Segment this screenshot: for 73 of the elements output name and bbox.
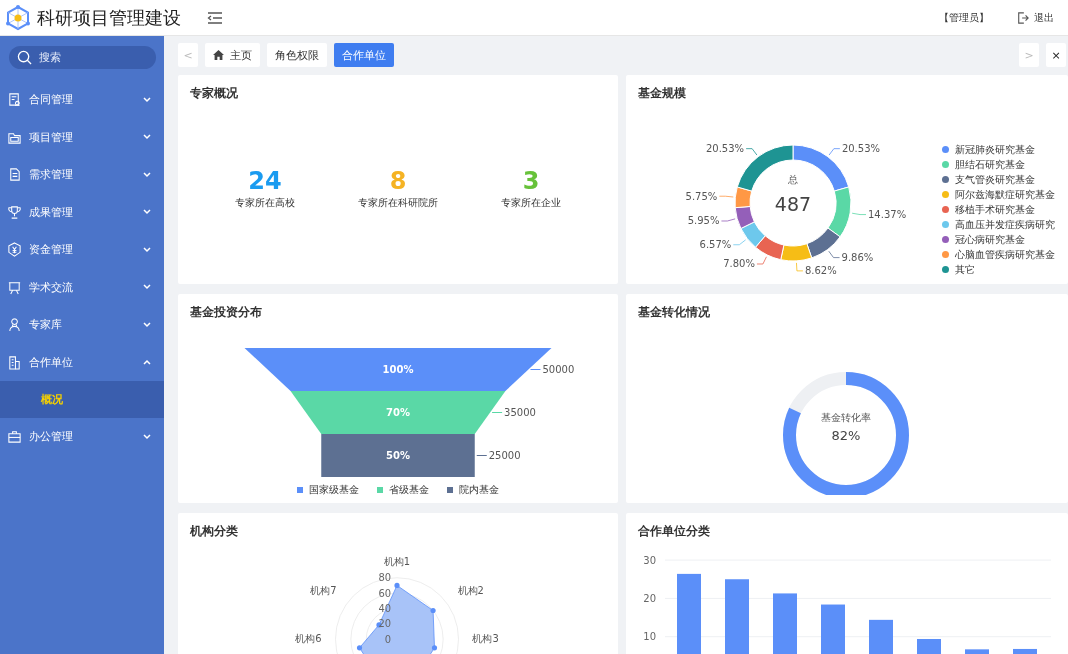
menu-item[interactable]: 合作单位 — [0, 343, 164, 381]
legend-label: 支气管炎研究基金 — [955, 172, 1035, 187]
menu-item[interactable]: 项目管理 — [0, 118, 164, 156]
menu-item[interactable]: 成果管理 — [0, 193, 164, 231]
menu-item[interactable]: 专家库 — [0, 306, 164, 344]
legend-label: 省级基金 — [389, 483, 429, 497]
card-title: 基金规模 — [637, 85, 687, 102]
menu-item[interactable]: 需求管理 — [0, 156, 164, 194]
menu-item[interactable]: 资金管理 — [0, 231, 164, 269]
app-title: 科研项目管理建设 — [37, 5, 181, 30]
gauge-label: 基金转化率 — [821, 412, 871, 423]
data-label: 14.37% — [868, 209, 907, 221]
card-title: 基金转化情况 — [637, 304, 711, 321]
value-label: 50000 — [542, 364, 575, 375]
scale-label: 0 — [384, 633, 392, 645]
data-label: 20.53% — [841, 143, 881, 155]
legend-label: 国家级基金 — [309, 483, 359, 497]
data-label: 6.57% — [699, 239, 732, 251]
tab[interactable]: 合作单位 — [334, 43, 394, 67]
axis-tick-label: 10 — [643, 631, 656, 643]
legend-label: 新冠肺炎研究基金 — [955, 142, 1035, 157]
legend-label: 高血压并发症疾病研究 — [955, 217, 1055, 232]
tab[interactable]: 主页 — [205, 43, 260, 67]
value-label: 35000 — [504, 407, 536, 418]
legend-label: 其它 — [955, 262, 975, 277]
value-label: 25000 — [488, 450, 521, 461]
data-label: 20.53% — [705, 143, 745, 155]
card-title: 合作单位分类 — [637, 523, 711, 540]
close-tabs-button[interactable]: × — [1046, 43, 1066, 67]
scale-label: 20 — [378, 618, 392, 630]
legend-label: 院内基金 — [459, 483, 499, 497]
data-label: 9.86% — [841, 252, 874, 264]
menu-item[interactable]: 学术交流 — [0, 268, 164, 306]
center-value: 487 — [774, 193, 812, 215]
card-title: 机构分类 — [189, 523, 239, 540]
data-label: 8.62% — [804, 265, 837, 277]
stat-label: 专家所在科研院所 — [358, 196, 438, 211]
stat-value: 24 — [248, 168, 282, 195]
center-label: 总 — [788, 174, 798, 185]
legend-label: 移植手术研究基金 — [955, 202, 1035, 217]
stat-value: 8 — [389, 168, 407, 195]
menu-item[interactable]: 办公管理 — [0, 418, 164, 456]
axis-label: 机构7 — [310, 585, 337, 597]
percent-label: 50% — [386, 450, 410, 461]
legend-label: 冠心病研究基金 — [955, 232, 1025, 247]
axis-label: 机构6 — [295, 632, 322, 644]
axis-label: 机构3 — [472, 632, 499, 644]
logout-button[interactable]: 退出 — [1017, 10, 1054, 25]
scale-label: 80 — [378, 572, 392, 584]
percent-label: 70% — [386, 407, 410, 418]
card-title: 基金投资分布 — [189, 304, 263, 321]
percent-label: 100% — [382, 364, 414, 375]
submenu-item[interactable]: 概况 — [0, 381, 164, 418]
data-label: 7.80% — [723, 258, 755, 270]
legend-label: 胆结石研究基金 — [955, 157, 1025, 172]
stat-label: 专家所在高校 — [235, 196, 295, 211]
axis-label: 机构1 — [383, 556, 411, 568]
stat-value: 3 — [522, 168, 540, 195]
data-label: 5.95% — [687, 215, 720, 227]
user-role[interactable]: 【管理员】 — [939, 10, 989, 25]
axis-label: 机构2 — [457, 585, 484, 597]
search-field[interactable]: 搜索 — [9, 46, 156, 69]
legend-label: 阿尔兹海默症研究基金 — [955, 187, 1055, 202]
menu-item[interactable]: 合同管理 — [0, 81, 164, 119]
axis-tick-label: 20 — [643, 592, 656, 604]
legend-label: 心脑血管疾病研究基金 — [955, 247, 1055, 262]
stat-label: 专家所在企业 — [501, 196, 561, 211]
axis-tick-label: 30 — [643, 554, 656, 566]
card-title: 专家概况 — [189, 85, 239, 102]
gauge-reading: 82% — [831, 428, 861, 443]
data-label: 5.75% — [685, 190, 718, 202]
tab[interactable]: 角色权限 — [267, 43, 327, 67]
scale-label: 60 — [378, 587, 392, 599]
